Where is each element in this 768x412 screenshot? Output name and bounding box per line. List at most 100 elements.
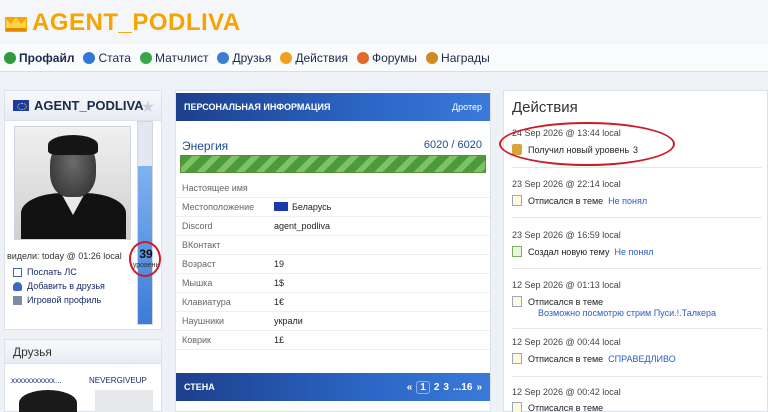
action-text: Отписался в теме СПРАВЕДЛИВО	[512, 353, 676, 364]
wall-title: СТЕНА	[184, 382, 215, 392]
pager-prev[interactable]: «	[407, 382, 413, 393]
nav-profile[interactable]: Профайл	[4, 51, 74, 65]
star-icon[interactable]: ★	[141, 97, 155, 117]
profile-card: AGENT_PODLIVA ★ видели: today @ 01:26 lo…	[4, 90, 162, 330]
send-message-label: Послать ЛС	[27, 267, 77, 277]
post-icon	[512, 353, 522, 364]
action-topic-link[interactable]: СПРАВЕДЛИВО	[608, 354, 676, 364]
info-key: Настоящее имя	[182, 183, 248, 193]
nav-friends[interactable]: Друзья	[217, 51, 271, 65]
action-date: 23 Sep 2026 @ 22:14 local	[512, 179, 621, 189]
add-friend-link[interactable]: Добавить в друзья	[13, 281, 105, 291]
pager-next[interactable]: »	[476, 382, 482, 393]
info-key: Наушники	[182, 316, 225, 326]
action-text-label: Отписался в теме	[528, 353, 604, 364]
friend-name[interactable]: xxxxxxxxxxx...	[11, 376, 62, 385]
energy-value: 6020 / 6020	[423, 139, 482, 151]
action-divider	[512, 268, 762, 269]
pager-page-active[interactable]: 1	[416, 380, 430, 394]
action-date: 12 Sep 2026 @ 01:13 local	[512, 280, 621, 290]
nav-forums[interactable]: Форумы	[356, 50, 418, 65]
friends-card: Друзья xxxxxxxxxxx... NEVERGIVEUP	[4, 339, 162, 412]
profile-nav: Профайл Стата Матчлист Друзья Действия Ф…	[0, 44, 768, 72]
profile-name: AGENT_PODLIVA	[34, 98, 144, 113]
info-row: Возраст 19	[176, 255, 490, 274]
eu-flag-icon	[274, 202, 288, 211]
profile-card-header: AGENT_PODLIVA ★	[5, 91, 161, 121]
user-add-icon	[13, 281, 22, 291]
info-value: 1€	[274, 297, 285, 307]
nav-label: Профайл	[19, 50, 75, 65]
personal-info-role: Дротер	[452, 102, 482, 112]
new-topic-icon	[512, 246, 522, 257]
info-key: Возраст	[182, 259, 216, 269]
action-text: Отписался в теме Не понял	[512, 195, 647, 206]
nav-label: Матчлист	[154, 50, 209, 65]
info-key: Местоположение	[182, 202, 255, 212]
game-profile-link[interactable]: Игровой профиль	[13, 295, 101, 305]
action-text-label: Отписался в теме	[528, 296, 604, 307]
action-text-label: Отписался в теме	[528, 195, 604, 206]
action-divider	[512, 328, 762, 329]
smiley-icon	[4, 51, 16, 64]
game-profile-icon	[13, 295, 22, 305]
info-key: Коврик	[182, 335, 211, 345]
action-topic-link[interactable]: Не понял	[614, 247, 653, 257]
nav-actions[interactable]: Действия	[280, 51, 348, 65]
personal-info-title: ПЕРСОНАЛЬНАЯ ИНФОРМАЦИЯ	[184, 102, 331, 112]
nav-label: Награды	[441, 50, 490, 65]
info-row: Коврик 1£	[176, 331, 490, 350]
energy-bar	[180, 155, 486, 173]
level-progress-bar	[137, 121, 153, 325]
energy-label: Энергия	[182, 139, 229, 153]
site-logo[interactable]: AGENT_PODLIVA	[4, 9, 241, 37]
highlight-oval	[499, 122, 675, 166]
award-icon	[426, 51, 439, 64]
wall-pager: « 1 2 3 ...16 »	[403, 380, 482, 394]
friend-avatar[interactable]	[19, 390, 77, 412]
personal-info-header: ПЕРСОНАЛЬНАЯ ИНФОРМАЦИЯ Дротер	[176, 93, 490, 121]
nav-label: Действия	[295, 50, 348, 65]
location-value: Беларусь	[292, 202, 332, 212]
pager-page[interactable]: ...16	[453, 382, 472, 393]
action-text: Отписался в теме	[512, 402, 603, 412]
info-value: 1£	[274, 335, 285, 345]
action-date: 12 Sep 2026 @ 00:44 local	[512, 337, 621, 347]
action-divider	[512, 217, 762, 218]
nav-stats[interactable]: Стата	[83, 51, 131, 65]
logo-text: AGENT_PODLIVA	[32, 9, 241, 36]
nav-label: Друзья	[232, 50, 272, 65]
globe-icon	[139, 51, 152, 64]
info-row: Мышка 1$	[176, 274, 490, 293]
friend-avatar[interactable]	[95, 390, 153, 412]
nav-label: Форумы	[371, 50, 418, 65]
energy-row: Энергия 6020 / 6020	[182, 139, 482, 153]
action-topic-link[interactable]: Не понял	[608, 196, 647, 206]
info-value: agent_podliva	[274, 221, 331, 231]
info-value: украли	[274, 316, 303, 326]
nav-awards[interactable]: Награды	[426, 51, 490, 65]
pager-page[interactable]: 3	[443, 382, 449, 393]
info-row: ВКонтакт	[176, 236, 490, 255]
info-key: Мышка	[182, 278, 213, 288]
avatar	[14, 126, 131, 240]
action-date: 23 Sep 2026 @ 16:59 local	[512, 230, 621, 240]
eu-flag-icon	[13, 100, 29, 111]
send-message-link[interactable]: Послать ЛС	[13, 267, 77, 277]
personal-info-card: ПЕРСОНАЛЬНАЯ ИНФОРМАЦИЯ Дротер Энергия 6…	[175, 90, 491, 412]
wall-header: СТЕНА « 1 2 3 ...16 »	[176, 373, 490, 401]
info-row: Настоящее имя	[176, 179, 490, 198]
pager-page[interactable]: 2	[434, 382, 440, 393]
post-icon	[512, 402, 522, 412]
info-key: Клавиатура	[182, 297, 231, 307]
friend-name[interactable]: NEVERGIVEUP	[89, 376, 147, 385]
info-icon	[83, 51, 96, 64]
add-friend-label: Добавить в друзья	[27, 281, 105, 291]
friends-icon	[217, 51, 230, 64]
action-topic-link[interactable]: Возможно посмотрю стрим Пуси.!.Талкера	[538, 308, 716, 318]
action-text: Отписался в теме	[512, 296, 603, 307]
action-divider	[512, 376, 762, 377]
nav-matchlist[interactable]: Матчлист	[139, 50, 209, 65]
info-row: Наушники украли	[176, 312, 490, 331]
post-icon	[512, 296, 522, 307]
